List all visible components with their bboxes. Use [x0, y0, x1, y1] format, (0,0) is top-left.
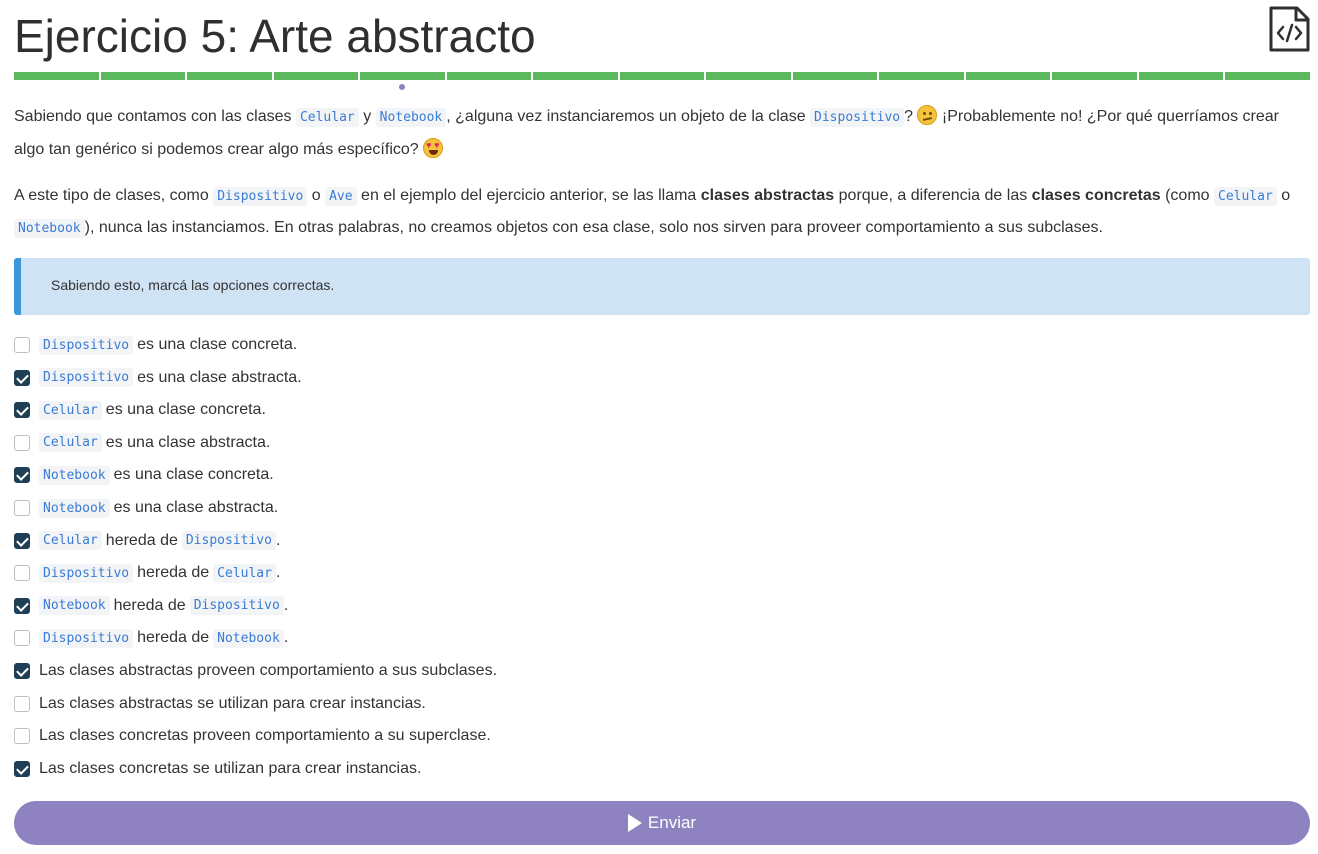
option-code: Dispositivo [39, 628, 134, 648]
option-item[interactable]: Las clases abstractas proveen comportami… [14, 656, 497, 686]
code-celular: Celular [295, 108, 359, 127]
option-code: Celular [39, 531, 102, 551]
option-item[interactable]: Dispositivo es una clase concreta. [14, 330, 297, 360]
progress-segment[interactable] [100, 72, 186, 80]
option-item[interactable]: Las clases concretas se utilizan para cr… [14, 754, 421, 784]
option-code: Celular [39, 433, 102, 453]
option-code: Notebook [213, 628, 284, 648]
progress-segment[interactable] [792, 72, 878, 80]
option-text: hereda de [113, 596, 186, 614]
progress-segment[interactable] [187, 72, 272, 80]
progress-segment[interactable] [965, 72, 1051, 80]
progress-bar [14, 72, 1310, 90]
option-item[interactable]: Celular es una clase concreta. [14, 395, 266, 425]
progress-segment[interactable] [706, 72, 791, 80]
option-item[interactable]: Notebook hereda de Dispositivo. [14, 591, 288, 621]
option-code: Dispositivo [189, 596, 284, 616]
page-title: Ejercicio 5: Arte abstracto [14, 10, 536, 62]
progress-segment[interactable] [533, 72, 618, 80]
option-item[interactable]: Celular es una clase abstracta. [14, 428, 270, 458]
checkbox-checked[interactable] [14, 532, 30, 549]
option-text: es una clase abstracta. [137, 368, 302, 386]
option-text: Las clases abstractas se utilizan para c… [39, 694, 426, 712]
progress-segment[interactable] [1225, 72, 1310, 80]
option-code: Dispositivo [181, 531, 276, 551]
bold-concrete-classes: clases concretas [1031, 187, 1161, 204]
checkbox-checked[interactable] [14, 369, 30, 386]
progress-segment[interactable] [879, 72, 964, 80]
checkbox-unchecked[interactable] [14, 630, 30, 647]
progress-segment[interactable] [360, 72, 445, 90]
option-text: es una clase concreta. [113, 466, 274, 484]
option-text: hereda de [137, 629, 210, 647]
progress-segment[interactable] [446, 72, 532, 80]
bold-abstract-classes: clases abstractas [700, 187, 835, 204]
play-icon [627, 814, 642, 832]
option-text: Las clases abstractas proveen comportami… [39, 662, 498, 679]
submit-label: Enviar [647, 813, 697, 832]
option-item[interactable]: Dispositivo hereda de Notebook. [14, 623, 288, 653]
checkbox-unchecked[interactable] [14, 695, 30, 712]
explanation-paragraph: A este tipo de clases, como Dispositivo … [14, 187, 1291, 238]
option-tail: . [275, 564, 281, 582]
submit-button[interactable]: Enviar [14, 801, 1310, 845]
option-item[interactable]: Notebook es una clase concreta. [14, 460, 274, 490]
option-text: Las clases concretas proveen comportamie… [39, 727, 491, 745]
option-item[interactable]: Dispositivo hereda de Celular. [14, 558, 280, 588]
progress-segment[interactable] [619, 72, 705, 80]
progress-segment[interactable] [1138, 72, 1224, 80]
option-code: Notebook [39, 596, 110, 616]
checkbox-unchecked[interactable] [14, 337, 30, 353]
option-text: es una clase abstracta. [105, 433, 271, 451]
checkbox-unchecked[interactable] [14, 728, 30, 745]
option-tail: . [283, 596, 289, 614]
code-dispositivo: Dispositivo [810, 108, 905, 127]
progress-segment[interactable] [273, 72, 359, 80]
instruction-text: Sabiendo esto, marcá las opciones correc… [51, 277, 335, 293]
option-tail: . [275, 531, 281, 549]
checkbox-unchecked[interactable] [14, 565, 30, 582]
option-item[interactable]: Las clases abstractas se utilizan para c… [14, 689, 426, 719]
option-text: Las clases concretas se utilizan para cr… [39, 759, 422, 777]
current-step-dot [399, 84, 406, 90]
progress-segment[interactable] [14, 72, 99, 80]
option-item[interactable]: Dispositivo es una clase abstracta. [14, 363, 302, 393]
option-tail: . [283, 629, 289, 647]
option-text: hereda de [105, 531, 178, 549]
checkbox-checked[interactable] [14, 402, 30, 419]
option-code: Notebook [39, 498, 110, 518]
code-notebook: Notebook [375, 108, 447, 127]
checkbox-checked[interactable] [14, 467, 30, 484]
option-item[interactable]: Las clases concretas proveen comportamie… [14, 721, 491, 751]
checkbox-unchecked[interactable] [14, 500, 30, 516]
option-code: Dispositivo [39, 563, 134, 583]
code-file-icon[interactable] [1267, 5, 1311, 53]
instruction-box: Sabiendo esto, marcá las opciones correc… [14, 258, 1310, 315]
checkbox-checked[interactable] [14, 663, 30, 679]
option-item[interactable]: Celular hereda de Dispositivo. [14, 526, 280, 556]
option-code: Celular [39, 400, 102, 420]
checkbox-checked[interactable] [14, 597, 30, 614]
option-text: es una clase concreta. [137, 336, 298, 353]
option-text: es una clase abstracta. [113, 499, 279, 516]
option-code: Notebook [39, 465, 110, 485]
option-text: hereda de [137, 564, 210, 582]
option-text: es una clase concreta. [105, 401, 266, 419]
confused-face-icon [917, 105, 938, 125]
checkbox-unchecked[interactable] [14, 434, 30, 451]
option-item[interactable]: Notebook es una clase abstracta. [14, 493, 278, 523]
progress-segment[interactable] [1052, 72, 1137, 80]
option-code: Dispositivo [39, 368, 134, 388]
heart-eyes-icon [423, 138, 444, 158]
option-code: Dispositivo [39, 335, 134, 355]
checkbox-checked[interactable] [14, 760, 30, 777]
option-code: Celular [213, 563, 276, 583]
intro-paragraph: Sabiendo que contamos con las clases Cel… [14, 101, 1310, 166]
